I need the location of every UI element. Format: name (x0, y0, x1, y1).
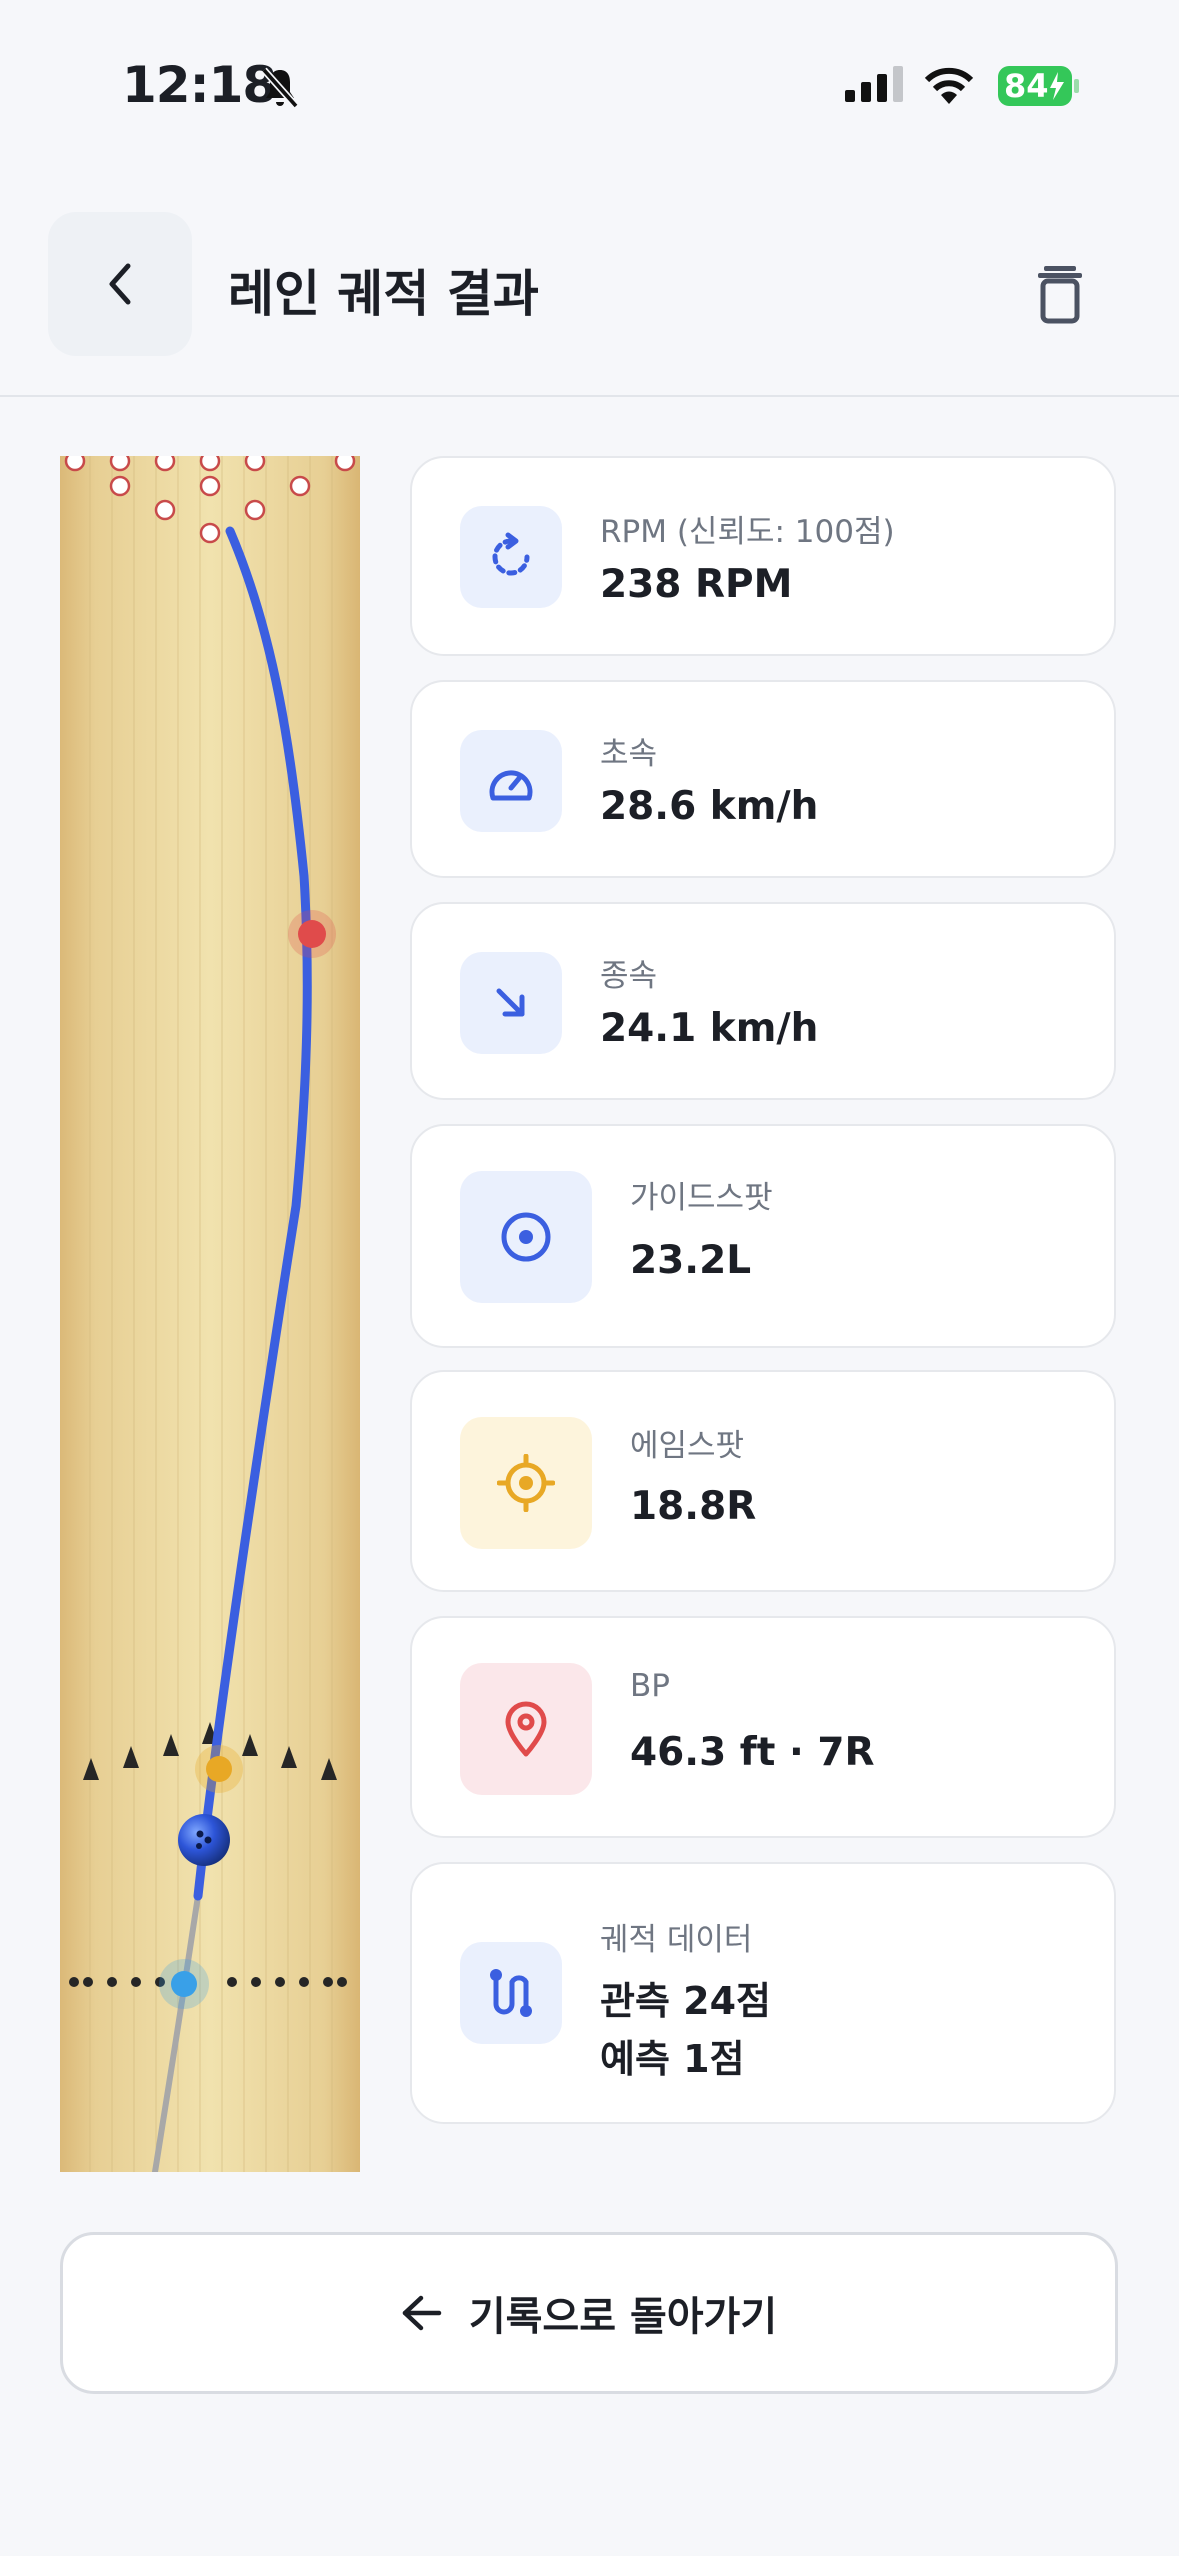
speedometer-icon (460, 730, 562, 832)
trajectory-data-card: 궤적 데이터 관측 24점 예측 1점 (410, 1862, 1116, 2124)
trajectory-label: 궤적 데이터 (600, 1922, 753, 1958)
guide-spot-marker (159, 1959, 209, 2009)
guide-spot-value: 23.2L (630, 1238, 752, 1283)
bell-off-icon (256, 64, 304, 116)
rpm-value: 238 RPM (600, 562, 793, 607)
arrow-down-right-icon (460, 952, 562, 1054)
aim-spot-value: 18.8R (630, 1484, 757, 1529)
battery-level: 84 (1004, 67, 1049, 105)
guide-spot-label: 가이드스팟 (630, 1180, 773, 1216)
breakpoint-label: BP (630, 1668, 670, 1704)
route-icon (460, 1942, 562, 2044)
status-time: 12:18 (122, 56, 277, 114)
aim-spot-marker (195, 1745, 243, 1793)
final-speed-card: 종속 24.1 km/h (410, 902, 1116, 1100)
wifi-icon (922, 64, 976, 108)
map-pin-icon (460, 1663, 592, 1795)
predicted-points: 예측 1점 (600, 2037, 745, 2081)
rpm-label: RPM (신뢰도: 100점) (600, 514, 895, 550)
trash-icon (1038, 266, 1082, 324)
arrow-left-icon (402, 2295, 442, 2331)
return-button-label: 기록으로 돌아가기 (468, 2294, 778, 2340)
breakpoint-marker (288, 910, 336, 958)
crosshair-icon (460, 1417, 592, 1549)
initial-speed-card: 초속 28.6 km/h (410, 680, 1116, 878)
initial-speed-label: 초속 (600, 736, 658, 772)
return-to-records-button[interactable]: 기록으로 돌아가기 (60, 2232, 1118, 2394)
status-bar: 12:18 84 (0, 0, 1179, 170)
rpm-card: RPM (신뢰도: 100점) 238 RPM (410, 456, 1116, 656)
chevron-left-icon (109, 263, 131, 305)
header: 레인 궤적 결과 (0, 210, 1179, 397)
final-speed-value: 24.1 km/h (600, 1006, 819, 1051)
delete-button[interactable] (1020, 254, 1100, 334)
bowling-ball (178, 1814, 230, 1866)
back-button[interactable] (48, 212, 192, 356)
initial-speed-value: 28.6 km/h (600, 784, 819, 829)
page-title: 레인 궤적 결과 (228, 265, 539, 323)
target-icon (460, 1171, 592, 1303)
breakpoint-value: 46.3 ft · 7R (630, 1730, 875, 1775)
rotate-icon (460, 506, 562, 608)
lane-diagram (60, 456, 360, 2172)
cellular-signal-icon (845, 66, 905, 106)
aim-spot-label: 에임스팟 (630, 1428, 745, 1464)
breakpoint-card: BP 46.3 ft · 7R (410, 1616, 1116, 1838)
lane-surface (60, 456, 360, 2172)
observed-points: 관측 24점 (600, 1979, 771, 2023)
final-speed-label: 종속 (600, 958, 658, 994)
aim-spot-card: 에임스팟 18.8R (410, 1370, 1116, 1592)
guide-spot-card: 가이드스팟 23.2L (410, 1124, 1116, 1348)
